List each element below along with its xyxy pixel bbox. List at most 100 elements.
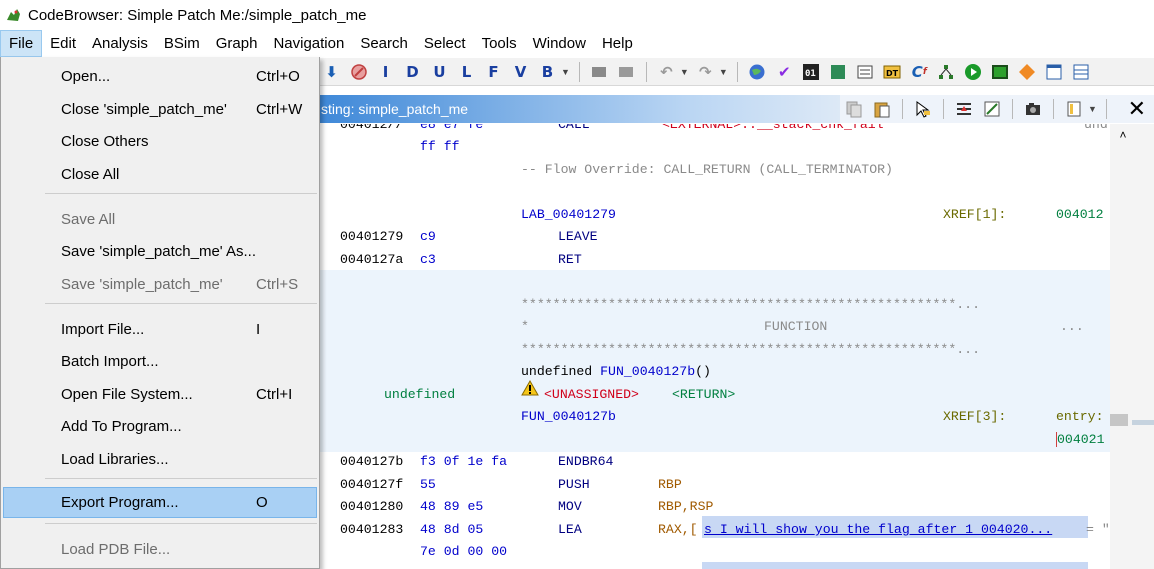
run-icon[interactable] (962, 61, 985, 83)
mnemonic[interactable]: RET (558, 252, 582, 267)
mnemonic[interactable]: PUSH (558, 477, 590, 492)
menu-window[interactable]: Window (525, 30, 594, 57)
menu-bar: File Edit Analysis BSim Graph Navigation… (0, 30, 1154, 57)
next-value-button[interactable]: V (509, 61, 532, 83)
menu-analysis[interactable]: Analysis (84, 30, 156, 57)
close-icon[interactable]: ✕ (1128, 97, 1146, 122)
bytes-icon[interactable]: 01 (800, 61, 823, 83)
next-bookmark-button[interactable]: B (536, 61, 559, 83)
toolbar-divider (1012, 99, 1013, 119)
chevron-down-icon[interactable]: ▼ (561, 67, 570, 77)
next-instruction-button[interactable]: I (374, 61, 397, 83)
svg-text:DT: DT (886, 69, 899, 78)
string-reference[interactable]: s_I_will_show_you_the_flag_after_1_00402… (704, 522, 1053, 537)
label[interactable]: LAB_00401279 (521, 207, 616, 222)
menu-item-open-file-system[interactable]: Open File System... Ctrl+I (3, 379, 317, 410)
cursor-icon[interactable] (912, 99, 934, 119)
snapshot-icon[interactable] (1022, 99, 1044, 119)
menu-item-export-program[interactable]: Export Program... O (3, 487, 317, 518)
table-icon[interactable] (1070, 61, 1093, 83)
function-call-icon[interactable]: Cf (908, 61, 931, 83)
menu-item-open[interactable]: Open... Ctrl+O (3, 61, 317, 92)
next-label-button[interactable]: L (455, 61, 478, 83)
window-icon[interactable] (1043, 61, 1066, 83)
diamond-icon[interactable] (1016, 61, 1039, 83)
down-arrow-icon[interactable]: ⬇ (320, 61, 343, 83)
options-icon[interactable] (1063, 99, 1085, 119)
paste-icon[interactable] (871, 99, 893, 119)
address[interactable]: 0040127a (340, 252, 403, 267)
entry-xref[interactable]: entry: (1056, 409, 1103, 424)
menu-bsim[interactable]: BSim (156, 30, 208, 57)
function-label[interactable]: FUN_0040127b (521, 409, 616, 424)
menu-search[interactable]: Search (352, 30, 416, 57)
chevron-down-icon[interactable]: ▼ (719, 67, 728, 77)
tools2-icon[interactable] (615, 61, 638, 83)
menu-file[interactable]: File (0, 30, 43, 57)
menu-graph[interactable]: Graph (208, 30, 266, 57)
menu-item-save: Save 'simple_patch_me' Ctrl+S (3, 269, 317, 300)
globe-icon[interactable] (746, 61, 769, 83)
vertical-scrollbar[interactable]: ˄ (1110, 124, 1154, 569)
xref-address[interactable]: 004012 (1056, 207, 1103, 222)
menu-item-add-to-program[interactable]: Add To Program... (3, 411, 317, 442)
next-undefined-button[interactable]: U (428, 61, 451, 83)
field-layout-icon[interactable] (953, 99, 975, 119)
signature-name[interactable]: FUN_0040127b (600, 364, 695, 379)
function-graph-icon[interactable] (935, 61, 958, 83)
stop-icon[interactable] (347, 61, 370, 83)
menu-item-import-file[interactable]: Import File... I (3, 314, 317, 345)
operand[interactable]: RBP,RSP (658, 499, 713, 514)
menu-separator (45, 478, 317, 479)
menu-select[interactable]: Select (416, 30, 474, 57)
listing-panel[interactable]: 004012// e8 e7 fe CALL <EXTERNAL>::__sta… (318, 124, 1110, 569)
mnemonic[interactable]: ENDBR64 (558, 454, 613, 469)
function-signature[interactable]: undefined FUN_0040127b() (521, 364, 711, 379)
menu-item-close-all[interactable]: Close All (3, 159, 317, 190)
mnemonic[interactable]: MOV (558, 499, 582, 514)
operand[interactable]: RBP (658, 477, 682, 492)
chevron-down-icon[interactable]: ▼ (1088, 104, 1097, 114)
refresh-icon[interactable] (827, 61, 850, 83)
redo-icon[interactable]: ↷ (694, 61, 717, 83)
menu-item-close[interactable]: Close 'simple_patch_me' Ctrl+W (3, 94, 317, 125)
next-data-button[interactable]: D (401, 61, 424, 83)
menu-help[interactable]: Help (594, 30, 641, 57)
address[interactable]: 00401283 (340, 522, 403, 537)
address[interactable]: 0040127b (340, 454, 403, 469)
operand[interactable]: <EXTERNAL>::__stack_chk_fail (662, 124, 884, 132)
tools-icon[interactable] (588, 61, 611, 83)
menu-item-batch-import[interactable]: Batch Import... (3, 346, 317, 377)
mnemonic[interactable]: CALL (558, 124, 590, 132)
mnemonic[interactable]: LEAVE (558, 229, 598, 244)
scroll-marker (1110, 414, 1128, 426)
xref-address[interactable]: 004021 (1056, 432, 1104, 447)
menu-item-load-libraries[interactable]: Load Libraries... (3, 444, 317, 475)
menu-item-load-pdb: Load PDB File... (3, 534, 317, 565)
checkmark-icon[interactable]: ✔ (773, 61, 796, 83)
chevron-down-icon[interactable]: ▼ (680, 67, 689, 77)
menu-item-close-others[interactable]: Close Others (3, 126, 317, 157)
xref-label: XREF[1]: (943, 207, 1007, 222)
address[interactable]: 0040127f (340, 477, 403, 492)
address[interactable]: 004012// (340, 124, 403, 132)
address[interactable]: 00401280 (340, 499, 403, 514)
menu-item-save-as[interactable]: Save 'simple_patch_me' As... (3, 236, 317, 267)
xref-label: XREF[3]: (943, 409, 1007, 424)
menu-edit[interactable]: Edit (42, 30, 84, 57)
next-function-button[interactable]: F (482, 61, 505, 83)
operand-tail: und (1084, 124, 1108, 132)
copy-icon[interactable] (843, 99, 865, 119)
diff-icon[interactable] (981, 99, 1003, 119)
terminal-icon[interactable] (989, 61, 1012, 83)
operand[interactable]: RAX,[ (658, 522, 698, 537)
chevron-up-icon[interactable]: ˄ (1114, 128, 1132, 144)
mnemonic[interactable]: LEA (558, 522, 582, 537)
undo-icon[interactable]: ↶ (655, 61, 678, 83)
menu-tools[interactable]: Tools (474, 30, 525, 57)
data-types-icon[interactable]: DT (881, 61, 904, 83)
toolbar-divider (1105, 99, 1107, 119)
address[interactable]: 00401279 (340, 229, 403, 244)
memory-map-icon[interactable] (854, 61, 877, 83)
menu-navigation[interactable]: Navigation (265, 30, 352, 57)
